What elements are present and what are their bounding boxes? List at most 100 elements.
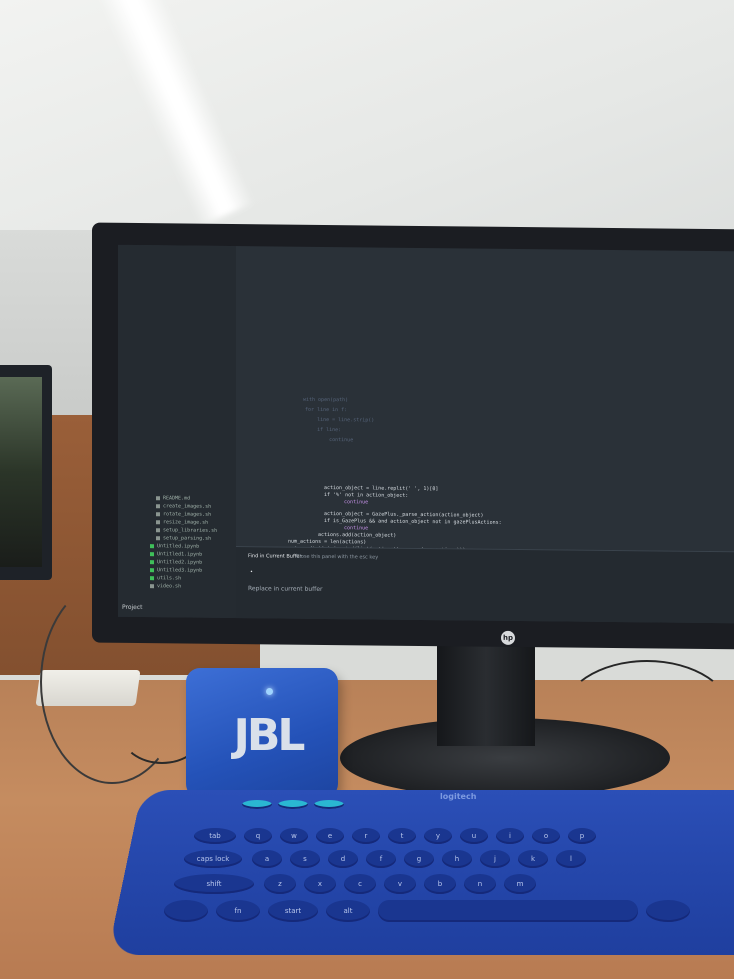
find-input[interactable]: •	[250, 569, 253, 575]
replace-input[interactable]: Replace in current buffer	[248, 585, 322, 593]
key[interactable]: k	[518, 850, 548, 868]
code-line[interactable]: action_object = line.replit(' ', 1)[0]	[324, 485, 438, 492]
key[interactable]: q	[244, 828, 272, 844]
file-icon	[156, 536, 160, 540]
key-shift[interactable]: shift	[174, 874, 254, 894]
key[interactable]: w	[280, 828, 308, 844]
tree-item-label: Untitled.ipynb	[157, 543, 199, 549]
key-start[interactable]: start	[268, 900, 318, 922]
key-cyan[interactable]	[314, 800, 344, 809]
tree-item[interactable]: Untitled2.ipynb	[150, 559, 202, 566]
key[interactable]: h	[442, 850, 472, 868]
tree-item-label: resize_image.sh	[163, 519, 208, 525]
key[interactable]: f	[366, 850, 396, 868]
code-line-faded: if line:	[293, 427, 341, 434]
file-icon	[156, 528, 160, 532]
tree-item-label: create_images.sh	[163, 503, 211, 510]
key[interactable]: b	[424, 874, 456, 894]
tree-item-label: video.sh	[157, 583, 181, 589]
key-cyan[interactable]	[278, 800, 308, 809]
key[interactable]: v	[384, 874, 416, 894]
tree-item[interactable]: utils.sh	[150, 575, 181, 581]
file-tree-sidebar: README.md create_images.sh rotate_images…	[118, 245, 236, 618]
key[interactable]: e	[316, 828, 344, 844]
tree-item[interactable]: Untitled3.ipynb	[150, 567, 202, 574]
key-alt-right[interactable]	[646, 900, 690, 922]
key[interactable]: z	[264, 874, 296, 894]
file-icon	[156, 520, 160, 524]
key[interactable]: c	[344, 874, 376, 894]
tree-item-label: setup_parsing.sh	[163, 535, 211, 542]
code-line[interactable]: if '%' not in action_object:	[324, 492, 408, 499]
key-ctrl[interactable]	[164, 900, 208, 922]
key[interactable]: j	[480, 850, 510, 868]
file-icon	[156, 512, 160, 516]
secondary-monitor	[0, 365, 52, 580]
code-line[interactable]: actions.add(action_object)	[318, 532, 396, 539]
find-panel-hint: Close this panel with the esc key	[296, 554, 378, 561]
key-caps-lock[interactable]: caps lock	[184, 850, 242, 868]
tree-item[interactable]: Untitled1.ipynb	[150, 551, 202, 558]
tree-item[interactable]: setup_parsing.sh	[156, 535, 211, 542]
key-fn[interactable]: fn	[216, 900, 260, 922]
key[interactable]: t	[388, 828, 416, 844]
tree-item-label: rotate_images.sh	[163, 511, 211, 518]
key[interactable]: s	[290, 850, 320, 868]
code-line-faded: with open(path)	[303, 397, 348, 403]
code-line[interactable]: num_actions = len(actions)	[288, 539, 366, 546]
keyboard-brand: logitech	[440, 792, 476, 801]
tree-item[interactable]: setup_libraries.sh	[156, 527, 217, 534]
key[interactable]: m	[504, 874, 536, 894]
file-icon	[150, 584, 154, 588]
code-line[interactable]: continue	[332, 525, 368, 531]
key-cyan[interactable]	[242, 800, 272, 809]
tree-item[interactable]: create_images.sh	[156, 503, 211, 510]
tree-item[interactable]: Untitled.ipynb	[150, 543, 199, 550]
tree-item[interactable]: video.sh	[150, 583, 181, 589]
file-icon	[150, 576, 154, 580]
key[interactable]: d	[328, 850, 358, 868]
tree-item[interactable]: README.md	[156, 495, 190, 501]
tree-item-label: setup_libraries.sh	[163, 527, 217, 534]
file-icon	[156, 496, 160, 500]
key[interactable]: y	[424, 828, 452, 844]
editor-screen: README.md create_images.sh rotate_images…	[118, 245, 734, 624]
key[interactable]: g	[404, 850, 434, 868]
tree-item-label: Untitled2.ipynb	[157, 559, 202, 565]
key-space[interactable]	[378, 900, 638, 922]
key[interactable]: l	[556, 850, 586, 868]
tree-item[interactable]: resize_image.sh	[156, 519, 208, 526]
key-tab[interactable]: tab	[194, 828, 236, 844]
find-panel-title: Find in Current Buffer	[248, 553, 302, 560]
tree-item-label: Untitled1.ipynb	[157, 551, 202, 557]
key-alt[interactable]: alt	[326, 900, 370, 922]
notebook-icon	[150, 544, 154, 548]
tree-item[interactable]: rotate_images.sh	[156, 511, 211, 518]
code-line[interactable]: continue	[332, 499, 368, 505]
code-line-faded: for line in f:	[293, 407, 347, 414]
key[interactable]: n	[464, 874, 496, 894]
project-tab-label[interactable]: Project	[122, 604, 143, 611]
main-monitor: README.md create_images.sh rotate_images…	[92, 223, 734, 650]
monitor-stand-neck	[437, 646, 535, 746]
key[interactable]: p	[568, 828, 596, 844]
key[interactable]: x	[304, 874, 336, 894]
keyboard	[108, 790, 734, 955]
notebook-icon	[150, 568, 154, 572]
key[interactable]: a	[252, 850, 282, 868]
key[interactable]: r	[352, 828, 380, 844]
code-line-faded: continue	[293, 437, 353, 444]
hp-logo: hp	[501, 631, 515, 645]
tree-item-label: utils.sh	[157, 575, 181, 581]
code-line-faded: line = line.strip()	[293, 417, 374, 424]
jbl-logo: JBL	[222, 706, 314, 766]
photo-scene: README.md create_images.sh rotate_images…	[0, 0, 734, 979]
key[interactable]: i	[496, 828, 524, 844]
key[interactable]: o	[532, 828, 560, 844]
find-panel: Find in Current Buffer Close this panel …	[236, 546, 734, 623]
key[interactable]: u	[460, 828, 488, 844]
speaker-led-icon	[266, 688, 273, 695]
tree-item-label: Untitled3.ipynb	[157, 567, 202, 573]
notebook-icon	[150, 560, 154, 564]
secondary-monitor-screen	[0, 377, 42, 567]
